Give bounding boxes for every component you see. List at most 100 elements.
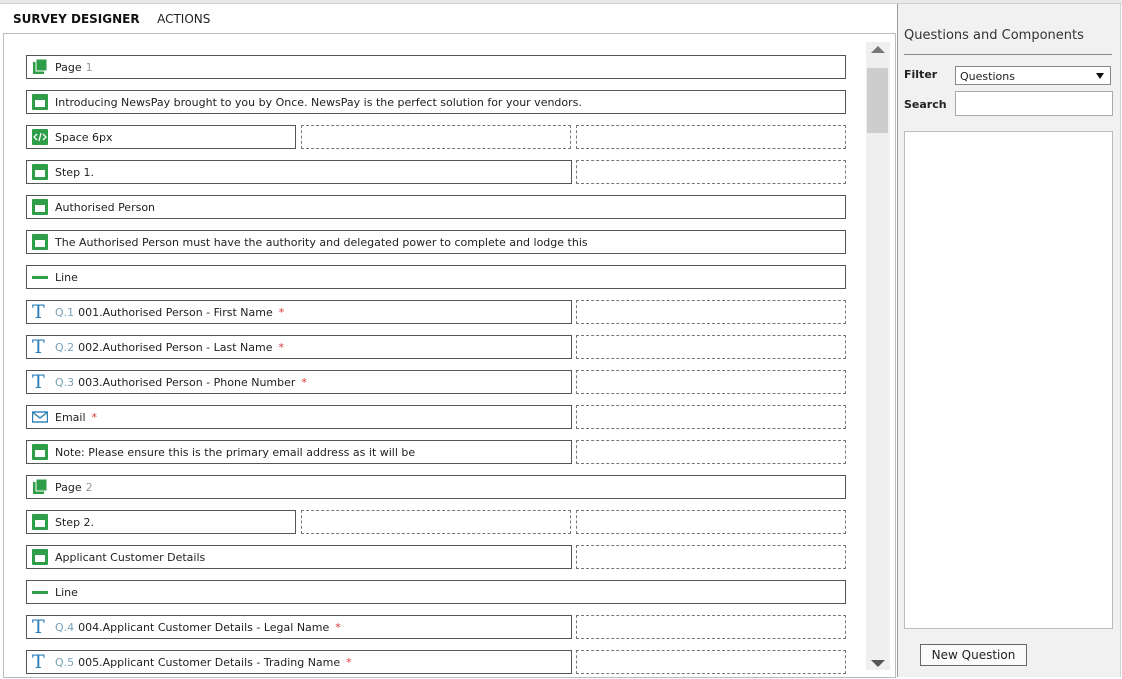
search-label: Search <box>904 98 947 111</box>
html-block-icon <box>32 549 48 565</box>
survey-canvas: Page 1 Introducing NewsPay brought to you … <box>3 33 896 678</box>
required-marker: * <box>301 375 307 389</box>
survey-item[interactable]: Page 2 <box>26 475 846 499</box>
survey-item[interactable]: T Q.3 003.Authorised Person - Phone Number… <box>26 370 572 394</box>
survey-item[interactable]: T Q.5 005.Applicant Customer Details - Tra… <box>26 650 572 674</box>
empty-drop-slot[interactable] <box>301 125 571 149</box>
empty-drop-slot[interactable] <box>576 440 846 464</box>
item-label: Line <box>55 270 78 284</box>
new-question-button[interactable]: New Question <box>920 644 1027 666</box>
vertical-scrollbar[interactable] <box>866 42 890 670</box>
filter-selected-value: Questions <box>960 70 1015 83</box>
question-number: Q.5 <box>55 655 75 669</box>
page-icon <box>32 59 48 75</box>
survey-item[interactable]: The Authorised Person must have the auth… <box>26 230 846 254</box>
survey-item[interactable]: Page 1 <box>26 55 846 79</box>
empty-drop-slot[interactable] <box>301 510 571 534</box>
filter-select[interactable]: Questions <box>955 66 1111 85</box>
text-question-icon: T <box>32 373 48 391</box>
svg-text:T: T <box>32 373 45 391</box>
tab-survey-designer[interactable]: SURVEY DESIGNER <box>13 12 140 26</box>
questions-components-panel: Questions and Components Filter Question… <box>898 4 1121 677</box>
survey-item[interactable]: Line <box>26 580 846 604</box>
html-block-icon <box>32 444 48 460</box>
text-question-icon: T <box>32 618 48 636</box>
item-label: Applicant Customer Details <box>55 550 206 564</box>
item-label: Page <box>55 480 82 494</box>
svg-text:T: T <box>32 618 45 636</box>
item-label: Step 2. <box>55 515 95 529</box>
survey-item[interactable]: T Q.4 004.Applicant Customer Details - Leg… <box>26 615 572 639</box>
question-number: Q.3 <box>55 375 75 389</box>
html-block-icon <box>32 234 48 250</box>
survey-item[interactable]: Applicant Customer Details <box>26 545 572 569</box>
scroll-down-arrow-icon[interactable] <box>871 660 885 667</box>
item-label: Email <box>55 410 86 424</box>
line-icon <box>32 584 48 600</box>
survey-designer-panel: SURVEY DESIGNER ACTIONS Page 1 Introducing… <box>0 4 898 678</box>
page-icon <box>32 479 48 495</box>
survey-item[interactable]: Email * <box>26 405 572 429</box>
svg-text:T: T <box>32 653 45 671</box>
page-number: 2 <box>85 480 93 494</box>
search-input[interactable] <box>955 91 1113 116</box>
scroll-up-arrow-icon[interactable] <box>871 46 885 53</box>
text-question-icon: T <box>32 653 48 671</box>
item-label: 005.Applicant Customer Details - Trading… <box>78 655 341 669</box>
html-block-icon <box>32 514 48 530</box>
question-number: Q.2 <box>55 340 75 354</box>
code-icon <box>32 129 48 145</box>
scrollbar-thumb[interactable] <box>867 68 888 133</box>
empty-drop-slot[interactable] <box>576 615 846 639</box>
required-marker: * <box>91 410 98 424</box>
item-label: Authorised Person <box>55 200 156 214</box>
empty-drop-slot[interactable] <box>576 545 846 569</box>
item-label: The Authorised Person must have the auth… <box>55 235 588 249</box>
required-marker: * <box>278 340 285 354</box>
survey-item[interactable]: T Q.2 002.Authorised Person - Last Name * <box>26 335 572 359</box>
empty-drop-slot[interactable] <box>576 300 846 324</box>
html-block-icon <box>32 164 48 180</box>
email-icon <box>32 409 48 425</box>
svg-text:T: T <box>32 303 45 321</box>
html-block-icon <box>32 199 48 215</box>
empty-drop-slot[interactable] <box>576 335 846 359</box>
empty-drop-slot[interactable] <box>576 370 846 394</box>
required-marker: * <box>335 620 341 634</box>
tab-actions[interactable]: ACTIONS <box>157 12 210 26</box>
empty-drop-slot[interactable] <box>576 405 846 429</box>
survey-item-list: Page 1 Introducing NewsPay brought to you … <box>4 34 864 677</box>
survey-item[interactable]: Step 1. <box>26 160 572 184</box>
empty-drop-slot[interactable] <box>576 510 846 534</box>
svg-text:T: T <box>32 338 45 356</box>
survey-item[interactable]: T Q.1 001.Authorised Person - First Name * <box>26 300 572 324</box>
line-icon <box>32 269 48 285</box>
item-label: Line <box>55 585 78 599</box>
designer-header: SURVEY DESIGNER ACTIONS <box>13 12 210 28</box>
item-label: 001.Authorised Person - First Name <box>78 305 273 319</box>
dropdown-arrow-icon <box>1096 73 1104 79</box>
required-marker: * <box>278 305 285 319</box>
components-list[interactable] <box>904 131 1113 629</box>
survey-item[interactable]: Step 2. <box>26 510 296 534</box>
survey-item[interactable]: Space 6px <box>26 125 296 149</box>
survey-item[interactable]: Authorised Person <box>26 195 846 219</box>
item-label: Page <box>55 60 82 74</box>
empty-drop-slot[interactable] <box>576 160 846 184</box>
page-number: 1 <box>85 60 93 74</box>
item-label: 002.Authorised Person - Last Name <box>78 340 273 354</box>
empty-drop-slot[interactable] <box>576 650 846 674</box>
item-label: Introducing NewsPay brought to you by On… <box>55 95 582 109</box>
item-label: Note: Please ensure this is the primary … <box>55 445 416 459</box>
question-number: Q.1 <box>55 305 75 319</box>
empty-drop-slot[interactable] <box>576 125 846 149</box>
panel-title: Questions and Components <box>904 28 1084 43</box>
survey-item[interactable]: Note: Please ensure this is the primary … <box>26 440 572 464</box>
survey-item[interactable]: Line <box>26 265 846 289</box>
filter-label: Filter <box>904 68 938 81</box>
survey-item[interactable]: Introducing NewsPay brought to you by On… <box>26 90 846 114</box>
question-number: Q.4 <box>55 620 75 634</box>
item-label: 003.Authorised Person - Phone Number <box>78 375 296 389</box>
item-label: 004.Applicant Customer Details - Legal N… <box>78 620 330 634</box>
required-marker: * <box>346 655 352 669</box>
